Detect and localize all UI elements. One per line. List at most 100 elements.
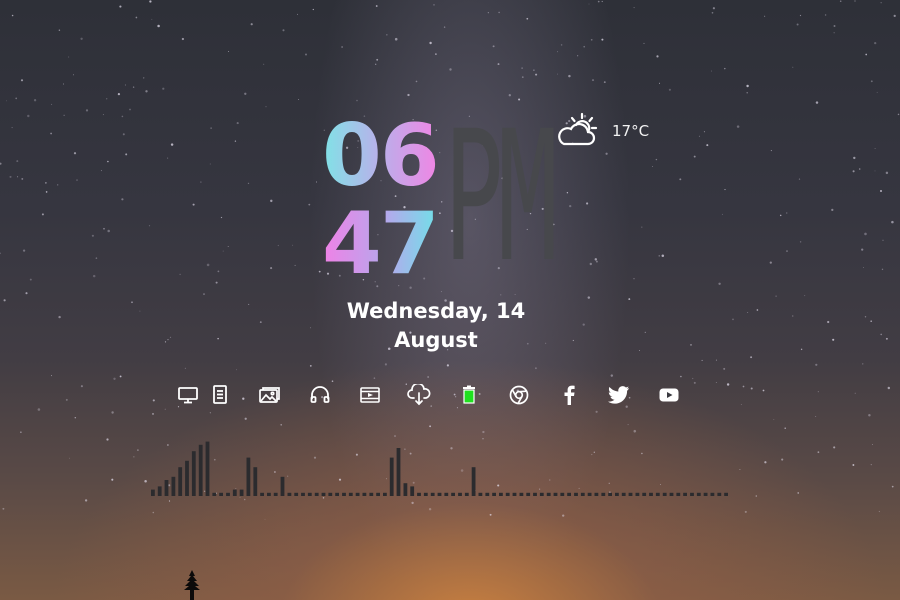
- star: [29, 278, 32, 281]
- star: [560, 44, 563, 46]
- star: [73, 152, 77, 155]
- star: [893, 14, 896, 18]
- star: [11, 14, 14, 17]
- star: [0, 252, 1, 255]
- star: [633, 7, 635, 9]
- visualizer-bar: [451, 492, 455, 496]
- star: [298, 99, 300, 100]
- visualizer-bar: [171, 476, 176, 496]
- star: [164, 408, 166, 410]
- star: [897, 113, 900, 116]
- cloud-download-icon[interactable]: [407, 383, 431, 407]
- star: [799, 241, 802, 243]
- visualizer-bar: [246, 457, 251, 496]
- star: [591, 79, 595, 82]
- visualizer-bar: [553, 492, 558, 496]
- star: [85, 109, 89, 112]
- star: [263, 63, 265, 65]
- audio-visualizer: [151, 441, 728, 496]
- star: [724, 189, 726, 191]
- star: [701, 359, 703, 361]
- star: [217, 337, 219, 340]
- star: [111, 411, 114, 414]
- star: [247, 182, 250, 185]
- visualizer-bar: [157, 486, 162, 496]
- star: [764, 15, 766, 17]
- star: [690, 344, 692, 346]
- star: [217, 270, 220, 273]
- star: [874, 148, 876, 149]
- star: [132, 86, 135, 88]
- star: [152, 412, 154, 415]
- star: [711, 11, 714, 14]
- star: [152, 511, 155, 514]
- star: [762, 389, 765, 392]
- visualizer-bar: [191, 451, 196, 496]
- star: [139, 310, 141, 312]
- visualizer-bar: [328, 492, 333, 496]
- visualizer-bar: [560, 492, 565, 496]
- star: [137, 449, 139, 451]
- clock-digits: 06 47: [322, 112, 440, 288]
- star: [446, 364, 450, 367]
- visualizer-bar: [512, 492, 517, 496]
- star: [595, 260, 598, 263]
- star: [220, 216, 223, 219]
- star: [17, 176, 19, 178]
- star: [643, 42, 645, 44]
- star: [386, 34, 388, 36]
- visualizer-bar: [621, 492, 626, 496]
- star: [45, 182, 47, 184]
- star: [885, 337, 888, 340]
- monitor-icon[interactable]: [176, 383, 200, 407]
- star: [356, 99, 358, 102]
- star: [775, 295, 777, 297]
- star: [27, 114, 30, 118]
- visualizer-bar: [342, 492, 346, 496]
- visualizer-bar: [533, 492, 537, 496]
- visualizer-bar: [417, 492, 421, 496]
- star: [568, 74, 571, 78]
- visualizer-bar: [696, 492, 701, 496]
- star: [827, 320, 830, 324]
- visualizer-bar: [307, 492, 312, 496]
- star: [779, 214, 782, 217]
- star: [815, 363, 818, 366]
- visualizer-bar: [164, 480, 169, 496]
- star: [534, 367, 537, 370]
- star: [316, 181, 317, 183]
- star: [736, 125, 740, 128]
- star: [428, 507, 432, 511]
- visualizer-bar: [253, 467, 258, 496]
- star: [384, 363, 387, 366]
- star: [164, 341, 167, 343]
- recycle-bin-icon[interactable]: [457, 383, 481, 407]
- star: [721, 213, 723, 215]
- video-icon[interactable]: [358, 383, 382, 407]
- star: [265, 106, 267, 108]
- star: [497, 63, 500, 66]
- star: [203, 293, 205, 296]
- star: [572, 339, 574, 342]
- star: [633, 278, 635, 280]
- visualizer-bar: [683, 492, 687, 496]
- star: [57, 184, 59, 186]
- star: [831, 208, 834, 212]
- visualizer-bar: [492, 492, 496, 496]
- star: [294, 264, 296, 266]
- document-icon[interactable]: [208, 383, 232, 407]
- youtube-icon[interactable]: [657, 383, 681, 407]
- star: [868, 414, 871, 417]
- pictures-icon[interactable]: [257, 383, 281, 407]
- star: [41, 213, 44, 216]
- star: [331, 380, 334, 382]
- headphones-icon[interactable]: [308, 383, 332, 407]
- visualizer-bar: [471, 467, 476, 496]
- facebook-icon[interactable]: [557, 383, 581, 407]
- visualizer-bar: [212, 492, 217, 496]
- star: [72, 74, 75, 76]
- visualizer-bar: [280, 476, 285, 496]
- star: [21, 177, 24, 180]
- twitter-icon[interactable]: [607, 383, 631, 407]
- chrome-icon[interactable]: [507, 383, 531, 407]
